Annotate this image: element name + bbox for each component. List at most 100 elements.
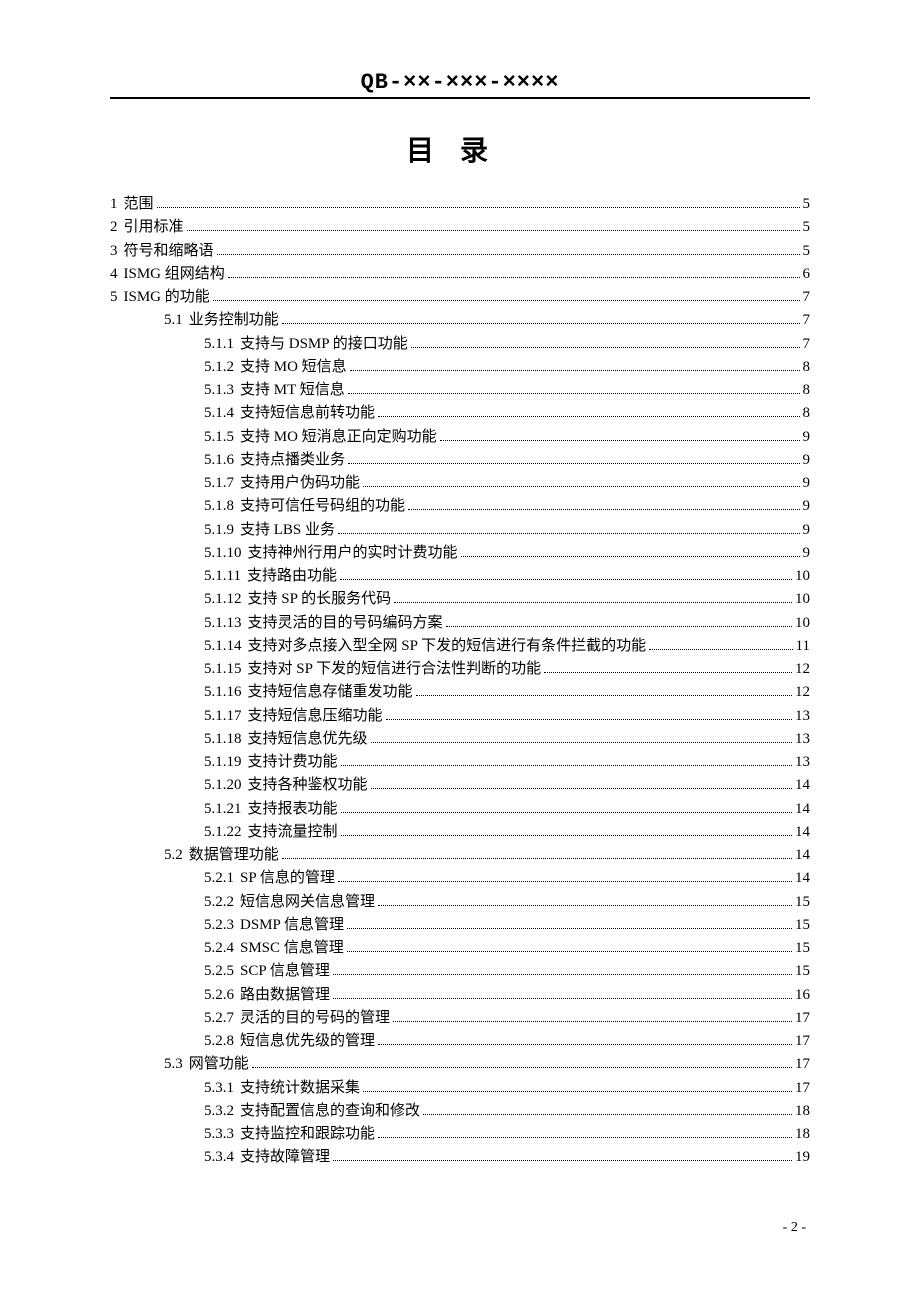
toc-entry: 5.2数据管理功能14	[110, 844, 810, 867]
toc-leader-dots	[386, 708, 792, 720]
toc-entry-number: 5.2.2	[204, 891, 234, 914]
toc-entry-page: 10	[795, 612, 810, 635]
document-page: QB-××-×××-×××× 目录 1范围52引用标准53符号和缩略语54ISM…	[0, 0, 920, 1276]
toc-entry-label: SMSC 信息管理	[240, 937, 344, 960]
toc-entry-number: 5.1.9	[204, 519, 234, 542]
toc-leader-dots	[363, 476, 799, 488]
toc-entry-label: 支持对多点接入型全网 SP 下发的短信进行有条件拦截的功能	[248, 635, 647, 658]
toc-leader-dots	[378, 1127, 792, 1139]
toc-entry-page: 5	[803, 193, 811, 216]
toc-entry-label: DSMP 信息管理	[240, 914, 344, 937]
toc-entry-label: 支持神州行用户的实时计费功能	[248, 542, 458, 565]
toc-entry: 5.3.2支持配置信息的查询和修改18	[110, 1100, 810, 1123]
toc-entry-page: 14	[795, 798, 810, 821]
toc-entry-page: 13	[795, 728, 810, 751]
toc-entry-number: 5.1.10	[204, 542, 242, 565]
toc-entry-label: 引用标准	[124, 216, 184, 239]
toc-leader-dots	[341, 801, 792, 813]
toc-entry: 5.1.6支持点播类业务9	[110, 449, 810, 472]
toc-entry-page: 7	[803, 333, 811, 356]
toc-entry-number: 5.2.3	[204, 914, 234, 937]
toc-leader-dots	[252, 1057, 792, 1069]
toc-entry: 5.1.14 支持对多点接入型全网 SP 下发的短信进行有条件拦截的功能 11	[110, 635, 810, 658]
toc-entry: 5.1.5支持 MO 短消息正向定购功能9	[110, 426, 810, 449]
toc-entry-page: 8	[803, 402, 811, 425]
toc-entry: 5.1.3支持 MT 短信息8	[110, 379, 810, 402]
toc-entry: 5.2.5SCP 信息管理15	[110, 960, 810, 983]
toc-leader-dots	[341, 824, 792, 836]
toc-entry: 5.1.4支持短信息前转功能8	[110, 402, 810, 425]
toc-entry-page: 14	[795, 774, 810, 797]
toc-entry: 3符号和缩略语5	[110, 240, 810, 263]
toc-entry-label: 灵活的目的号码的管理	[240, 1007, 390, 1030]
toc-entry-page: 8	[803, 356, 811, 379]
toc-entry-number: 5.1.14	[204, 635, 242, 658]
toc-entry-label: 支持点播类业务	[240, 449, 345, 472]
toc-entry-page: 16	[795, 984, 810, 1007]
toc-entry-page: 8	[803, 379, 811, 402]
toc-entry: 5.1.8支持可信任号码组的功能9	[110, 495, 810, 518]
toc-leader-dots	[333, 1150, 792, 1162]
toc-entry-number: 5.1.15	[204, 658, 242, 681]
toc-entry-number: 5.1.19	[204, 751, 242, 774]
toc-entry-page: 17	[795, 1077, 810, 1100]
toc-leader-dots	[350, 359, 800, 371]
toc-entry: 5.1.19支持计费功能13	[110, 751, 810, 774]
toc-entry: 5.2.4SMSC 信息管理15	[110, 937, 810, 960]
toc-entry-label: 支持用户伪码功能	[240, 472, 360, 495]
toc-entry-page: 17	[795, 1053, 810, 1076]
toc-entry-label: 支持短信息存储重发功能	[248, 681, 413, 704]
toc-leader-dots	[347, 941, 792, 953]
toc-entry-number: 5.1.12	[204, 588, 242, 611]
toc-entry-label: 短信息网关信息管理	[240, 891, 375, 914]
toc-entry-label: 符号和缩略语	[124, 240, 214, 263]
toc-leader-dots	[544, 662, 792, 674]
toc-leader-dots	[338, 522, 799, 534]
toc-entry-number: 5.1.1	[204, 333, 234, 356]
toc-leader-dots	[394, 592, 792, 604]
toc-entry-page: 9	[803, 542, 811, 565]
toc-leader-dots	[393, 1010, 792, 1022]
toc-entry-page: 9	[803, 519, 811, 542]
toc-entry-label: SP 信息的管理	[240, 867, 335, 890]
toc-entry: 2引用标准5	[110, 216, 810, 239]
toc-entry-label: 支持可信任号码组的功能	[240, 495, 405, 518]
toc-leader-dots	[416, 685, 792, 697]
toc-entry-page: 14	[795, 867, 810, 890]
toc-entry-number: 5.2.1	[204, 867, 234, 890]
toc-entry-number: 5.1.13	[204, 612, 242, 635]
toc-entry-number: 5.2.8	[204, 1030, 234, 1053]
toc-entry-page: 18	[795, 1123, 810, 1146]
toc-entry-label: 路由数据管理	[240, 984, 330, 1007]
page-number-footer: - 2 -	[110, 1220, 810, 1236]
toc-entry-page: 10	[795, 588, 810, 611]
toc-leader-dots	[347, 917, 792, 929]
toc-entry-page: 10	[795, 565, 810, 588]
toc-entry: 5.3.3支持监控和跟踪功能18	[110, 1123, 810, 1146]
toc-entry: 5.1.1支持与 DSMP 的接口功能7	[110, 333, 810, 356]
toc-entry-number: 4	[110, 263, 118, 286]
toc-leader-dots	[341, 755, 792, 767]
toc-entry-page: 14	[795, 821, 810, 844]
toc-entry-label: 支持灵活的目的号码编码方案	[248, 612, 443, 635]
toc-leader-dots	[371, 778, 792, 790]
toc-leader-dots	[333, 987, 792, 999]
toc-leader-dots	[371, 731, 792, 743]
toc-entry-label: 业务控制功能	[189, 309, 279, 332]
toc-entry-page: 9	[803, 426, 811, 449]
toc-leader-dots	[217, 243, 800, 255]
toc-entry-page: 13	[795, 705, 810, 728]
toc-leader-dots	[649, 638, 792, 650]
toc-entry: 5.1业务控制功能7	[110, 309, 810, 332]
toc-entry-page: 17	[795, 1030, 810, 1053]
toc-entry-page: 11	[796, 635, 810, 658]
toc-entry-page: 14	[795, 844, 810, 867]
toc-entry-number: 5.1.2	[204, 356, 234, 379]
toc-entry-label: 支持路由功能	[247, 565, 337, 588]
toc-leader-dots	[411, 336, 800, 348]
document-code: QB-××-×××-××××	[361, 70, 560, 95]
toc-entry: 5.2.3DSMP 信息管理15	[110, 914, 810, 937]
toc-entry-label: 支持统计数据采集	[240, 1077, 360, 1100]
toc-entry-page: 9	[803, 449, 811, 472]
toc-entry-page: 15	[795, 960, 810, 983]
